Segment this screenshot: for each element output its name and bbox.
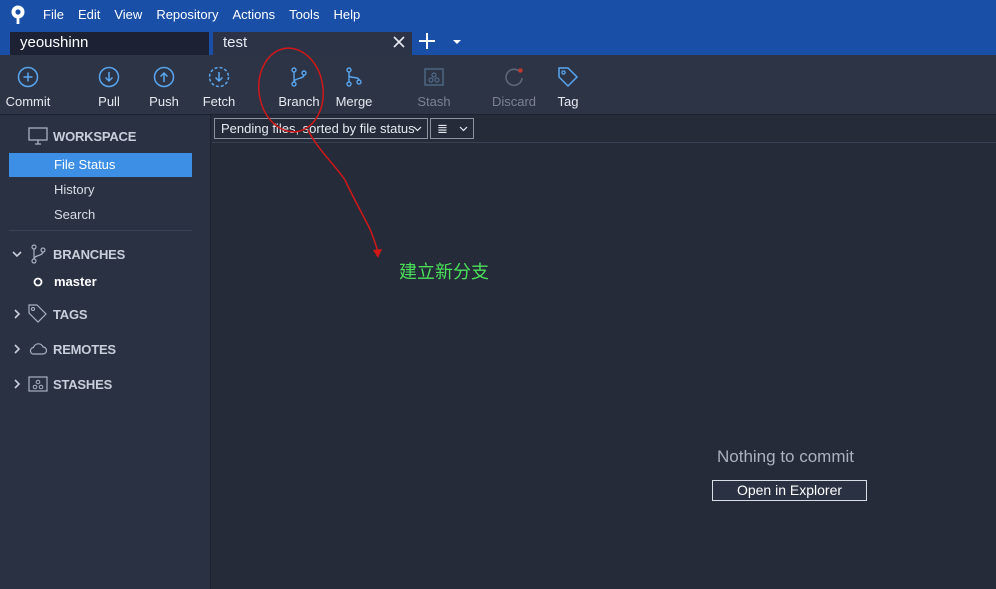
sidebar-divider xyxy=(9,230,192,231)
stashes-title: STASHES xyxy=(53,376,113,392)
branch-master-label: master xyxy=(54,274,97,289)
tab-label: yeoushinn xyxy=(20,34,89,51)
pull-label: Pull xyxy=(98,94,120,109)
discard-icon xyxy=(505,68,523,87)
stash-icon xyxy=(28,376,48,392)
fetch-icon xyxy=(208,66,230,88)
menu-edit[interactable]: Edit xyxy=(71,0,107,30)
pull-button[interactable]: Pull xyxy=(90,55,128,115)
menu-help[interactable]: Help xyxy=(326,0,367,30)
fetch-label: Fetch xyxy=(202,94,236,109)
tag-button[interactable]: Tag xyxy=(552,55,584,115)
menu-actions[interactable]: Actions xyxy=(225,0,282,30)
sidebar-item-history[interactable]: History xyxy=(9,178,192,202)
sidebar-item-file-status[interactable]: File Status xyxy=(9,153,192,177)
menu-tools[interactable]: Tools xyxy=(282,0,326,30)
file-status-filter-dropdown[interactable]: Pending files, sorted by file status xyxy=(214,118,428,139)
view-mode-dropdown[interactable]: ≣ xyxy=(430,118,474,139)
remotes-header[interactable]: REMOTES xyxy=(28,337,116,361)
sourcetree-logo-icon xyxy=(0,0,36,30)
discard-button[interactable]: Discard xyxy=(490,55,538,115)
stash-label: Stash xyxy=(417,94,451,109)
branch-master[interactable]: master xyxy=(9,270,192,294)
merge-label: Merge xyxy=(335,94,373,109)
tag-icon xyxy=(28,304,47,323)
chevron-down-icon xyxy=(413,126,422,132)
branches-title: BRANCHES xyxy=(53,246,126,262)
tags-title: TAGS xyxy=(53,306,88,322)
open-in-explorer-button[interactable]: Open in Explorer xyxy=(712,480,867,501)
commit-button[interactable]: Commit xyxy=(4,55,52,115)
push-button[interactable]: Push xyxy=(144,55,184,115)
current-branch-icon xyxy=(33,277,43,287)
merge-button[interactable]: Merge xyxy=(332,55,376,115)
push-label: Push xyxy=(149,94,179,109)
stashes-header[interactable]: STASHES xyxy=(28,372,112,396)
branch-label: Branch xyxy=(278,94,320,109)
chevron-right-icon[interactable] xyxy=(12,379,22,389)
main-panel: Pending files, sorted by file status ≣ N… xyxy=(212,115,996,589)
tab-bar: yeoushinn test xyxy=(0,30,996,55)
menu-repository[interactable]: Repository xyxy=(149,0,225,30)
branch-icon xyxy=(291,67,307,87)
monitor-icon xyxy=(28,127,48,145)
push-icon xyxy=(153,66,175,88)
merge-icon xyxy=(346,67,362,87)
stash-icon xyxy=(424,68,444,86)
chevron-right-icon[interactable] xyxy=(12,344,22,354)
fetch-button[interactable]: Fetch xyxy=(198,55,240,115)
list-view-icon: ≣ xyxy=(437,121,448,136)
filter-label: Pending files, sorted by file status xyxy=(221,121,415,136)
menu-file[interactable]: File xyxy=(36,0,71,30)
annotation-text: 建立新分支 xyxy=(399,262,489,283)
tag-label: Tag xyxy=(557,94,579,109)
sidebar: WORKSPACE File Status History Search BRA… xyxy=(0,115,211,589)
tab-test[interactable]: test xyxy=(213,32,412,55)
discard-label: Discard xyxy=(491,94,537,109)
workspace-title: WORKSPACE xyxy=(53,128,137,144)
sidebar-item-search[interactable]: Search xyxy=(9,203,192,227)
commit-label: Commit xyxy=(5,94,51,109)
tags-header[interactable]: TAGS xyxy=(28,302,88,326)
branch-icon xyxy=(31,244,46,264)
branch-button[interactable]: Branch xyxy=(276,55,322,115)
menu-bar: File Edit View Repository Actions Tools … xyxy=(0,0,996,30)
chevron-down-icon xyxy=(459,126,468,132)
chevron-right-icon[interactable] xyxy=(12,309,22,319)
workspace-header[interactable]: WORKSPACE xyxy=(28,124,136,148)
pull-icon xyxy=(98,66,120,88)
toolbar: Commit Pull Push Fetch Branch Merge Stas… xyxy=(0,55,996,115)
filter-bar: Pending files, sorted by file status ≣ xyxy=(212,115,996,143)
remotes-title: REMOTES xyxy=(53,341,116,357)
menu-view[interactable]: View xyxy=(107,0,149,30)
tab-yeoushinn[interactable]: yeoushinn xyxy=(10,32,209,55)
chevron-down-icon[interactable] xyxy=(12,249,22,259)
nothing-to-commit-message: Nothing to commit xyxy=(717,447,854,466)
tag-icon xyxy=(558,67,579,88)
stash-button[interactable]: Stash xyxy=(414,55,454,115)
tab-label: test xyxy=(223,34,248,51)
branches-header[interactable]: BRANCHES xyxy=(30,242,125,266)
chevron-down-icon[interactable] xyxy=(452,38,462,46)
close-icon[interactable] xyxy=(392,35,406,49)
cloud-icon xyxy=(29,343,48,355)
commit-icon xyxy=(17,66,39,88)
add-tab-icon[interactable] xyxy=(418,32,436,50)
